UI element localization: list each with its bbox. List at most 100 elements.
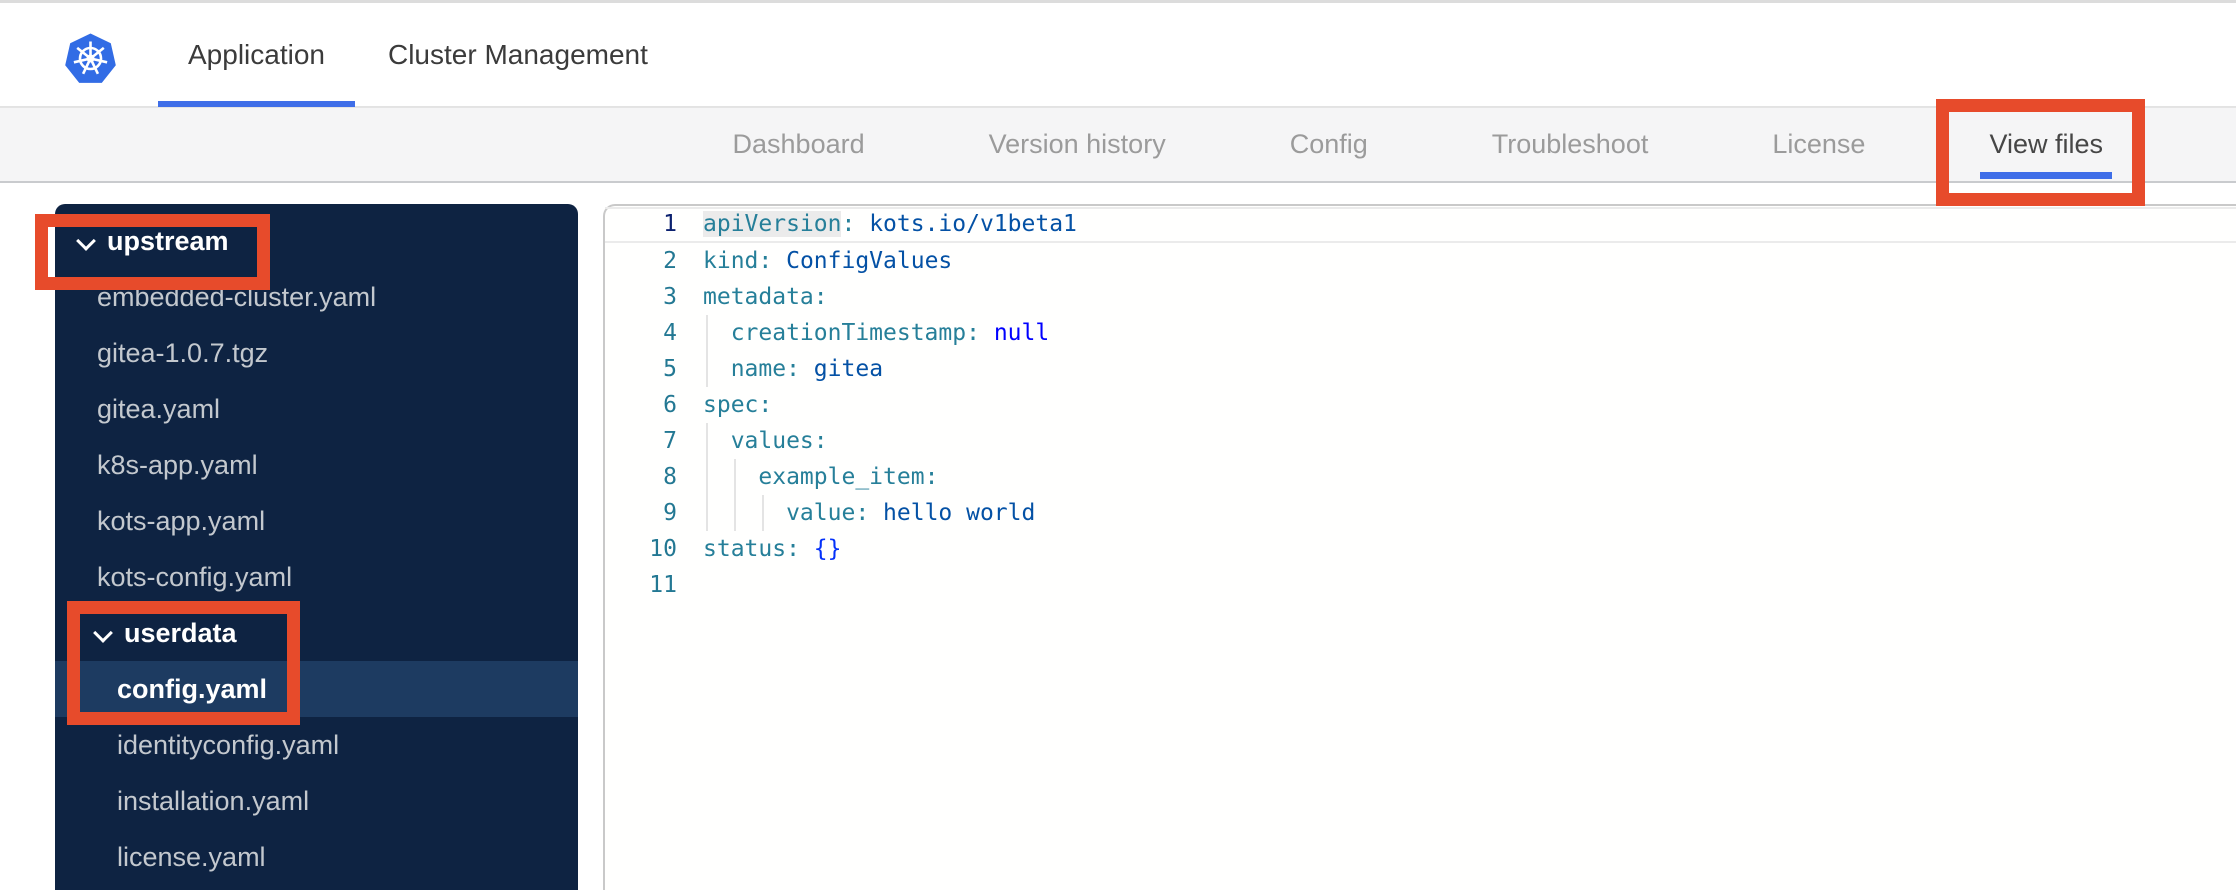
code-token: values (703, 428, 814, 454)
indent-guide (734, 459, 736, 495)
tree-row-label: upstream (107, 225, 229, 256)
indent-guide (762, 495, 764, 531)
tree-row-label: config.yaml (117, 673, 268, 704)
nav-items: Dashboard Version history Config Troublesho… (724, 108, 2112, 181)
code-line-content: values: (695, 423, 828, 459)
code-token: : (758, 392, 773, 418)
tree-row-label: embedded-cluster.yaml (97, 281, 377, 312)
tree-row-label: license.yaml (117, 841, 266, 872)
chevron-down-icon[interactable] (95, 625, 112, 642)
code-token: gitea (799, 356, 884, 382)
code-token: value (703, 500, 856, 526)
code-token: : (855, 500, 870, 526)
tree-folder-upstream[interactable]: upstream (55, 213, 578, 269)
code-line-9[interactable]: 9 value: hello world (605, 495, 2236, 531)
code-token: : (813, 428, 828, 454)
code-line-content: kind: ConfigValues (695, 243, 952, 279)
code-token: metadata (703, 284, 814, 310)
chevron-down-icon[interactable] (78, 233, 95, 250)
code-line-1[interactable]: 1 apiVersion: kots.io/v1beta1 (605, 207, 2236, 243)
code-token: : (758, 248, 773, 274)
code-line-4[interactable]: 4 creationTimestamp: null (605, 315, 2236, 351)
header-tab-cluster-management[interactable]: Cluster Management (358, 3, 678, 107)
code-token: null (979, 320, 1050, 346)
line-number: 5 (663, 356, 677, 382)
code-line-11[interactable]: 11 (605, 567, 2236, 603)
code-token: creationTimestamp (703, 320, 967, 346)
tree-file-license-yaml[interactable]: license.yaml (55, 829, 578, 885)
file-tree-sidebar: upstream embedded-cluster.yaml gitea-1.0.7… (55, 204, 578, 890)
tree-row-label: kots-config.yaml (97, 561, 293, 592)
code-token: status (703, 536, 787, 562)
line-number: 9 (663, 500, 677, 526)
code-line-2[interactable]: 2 kind: ConfigValues (605, 243, 2236, 279)
indent-guide (706, 459, 708, 495)
code-token: : (924, 464, 939, 490)
tree-row-label: k8s-app.yaml (97, 449, 258, 480)
tree-file-installation-yaml[interactable]: installation.yaml (55, 773, 578, 829)
app-header: Application Cluster Management (0, 0, 2236, 107)
indent-guide (734, 495, 736, 531)
nav-item-dashboard[interactable]: Dashboard (724, 108, 874, 181)
indent-guide (706, 423, 708, 459)
tree-row-label: identityconfig.yaml (117, 729, 340, 760)
line-number: 4 (663, 320, 677, 346)
code-token: {} (799, 536, 842, 562)
nav-item-license[interactable]: License (1763, 108, 1874, 181)
code-line-6[interactable]: 6 spec: (605, 387, 2236, 423)
code-line-content: name: gitea (695, 351, 883, 387)
tree-file-kots-config-yaml[interactable]: kots-config.yaml (55, 549, 578, 605)
tree-file-embedded-cluster-yaml[interactable]: embedded-cluster.yaml (55, 269, 578, 325)
nav-item-version-history[interactable]: Version history (980, 108, 1175, 181)
code-line-content: example_item: (695, 459, 938, 495)
code-token: example_item (703, 464, 925, 490)
code-line-content: spec: (695, 387, 772, 423)
line-number: 8 (663, 464, 677, 490)
line-number: 10 (649, 536, 677, 562)
line-number: 1 (663, 211, 677, 237)
code-line-3[interactable]: 3 metadata: (605, 279, 2236, 315)
code-token: kind (703, 248, 759, 274)
kots-admin-console: Application Cluster Management Dashboard V… (0, 0, 2236, 890)
line-number: 3 (663, 284, 677, 310)
nav-item-view-files[interactable]: View files (1980, 108, 2112, 181)
tree-file-k8s-app-yaml[interactable]: k8s-app.yaml (55, 437, 578, 493)
code-line-7[interactable]: 7 values: (605, 423, 2236, 459)
nav-item-troubleshoot[interactable]: Troubleshoot (1483, 108, 1658, 181)
nav-item-config[interactable]: Config (1281, 108, 1377, 181)
code-line-content (695, 567, 703, 603)
app-nav: Dashboard Version history Config Troublesho… (0, 107, 2236, 183)
code-token: : (813, 284, 828, 310)
kubernetes-logo-icon (65, 33, 116, 83)
yaml-code-editor[interactable]: 1 apiVersion: kots.io/v1beta1 2 kind: Confi… (603, 204, 2236, 890)
code-token: name (703, 356, 787, 382)
line-number: 7 (663, 428, 677, 454)
code-line-content: status: {} (695, 531, 842, 567)
tree-row-label: gitea-1.0.7.tgz (97, 337, 269, 368)
indent-guide (706, 351, 708, 387)
tree-row-label: gitea.yaml (97, 393, 221, 424)
line-number: 6 (663, 392, 677, 418)
tree-row-label: installation.yaml (117, 785, 310, 816)
tree-file-kots-app-yaml[interactable]: kots-app.yaml (55, 493, 578, 549)
code-line-10[interactable]: 10 status: {} (605, 531, 2236, 567)
code-token: spec (703, 392, 759, 418)
tree-file-gitea-yaml[interactable]: gitea.yaml (55, 381, 578, 437)
code-token: : (786, 536, 800, 562)
code-token: ConfigValues (772, 248, 953, 274)
tree-row-label: userdata (124, 617, 237, 648)
tree-folder-userdata[interactable]: userdata (55, 605, 578, 661)
tree-file-config-yaml[interactable]: config.yaml (55, 661, 578, 717)
code-line-content: apiVersion: kots.io/v1beta1 (695, 209, 1077, 241)
tree-file-gitea-1-0-7-tgz[interactable]: gitea-1.0.7.tgz (55, 325, 578, 381)
code-token: : (841, 211, 856, 237)
tree-file-identityconfig-yaml[interactable]: identityconfig.yaml (55, 717, 578, 773)
code-line-content: creationTimestamp: null (695, 315, 1050, 351)
code-line-8[interactable]: 8 example_item: (605, 459, 2236, 495)
header-tabs: Application Cluster Management (158, 3, 678, 107)
code-line-5[interactable]: 5 name: gitea (605, 351, 2236, 387)
code-token: : (786, 356, 800, 382)
header-tab-application[interactable]: Application (158, 3, 355, 107)
code-line-content: value: hello world (695, 495, 1035, 531)
indent-guide (706, 495, 708, 531)
